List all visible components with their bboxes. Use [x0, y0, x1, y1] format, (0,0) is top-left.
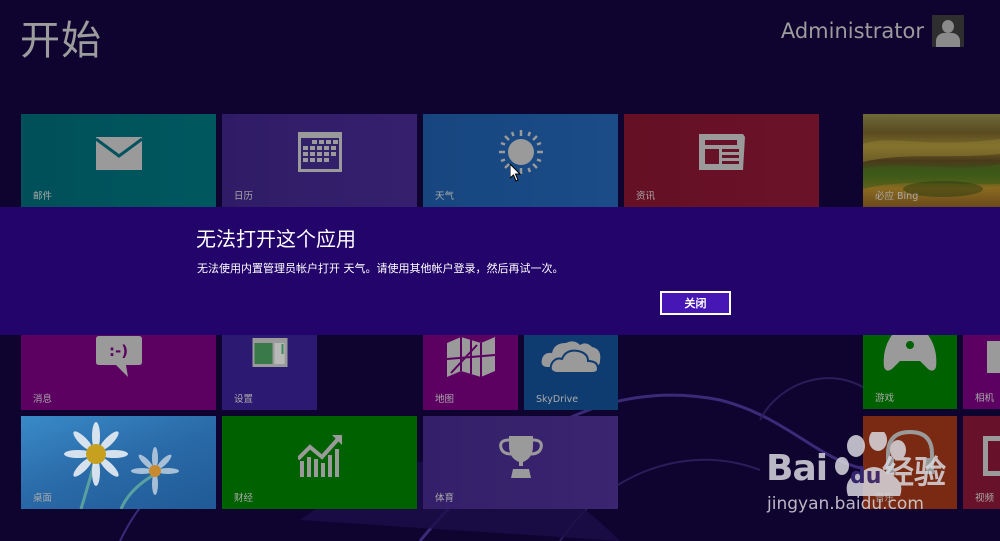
close-button[interactable]: 关闭	[660, 291, 731, 315]
user-avatar-icon	[932, 15, 964, 47]
tile-label: 邮件	[33, 191, 53, 202]
camera-icon	[987, 341, 1000, 373]
tile-mail[interactable]: 邮件	[21, 114, 216, 207]
map-icon	[446, 337, 495, 377]
tile-finance[interactable]: 财经	[222, 416, 417, 509]
calendar-icon	[297, 132, 342, 172]
svg-text::-): :-)	[109, 342, 128, 360]
start-screen-title: 开始	[20, 18, 102, 64]
chat-smiley-icon: :-)	[95, 336, 142, 377]
tile-weather[interactable]: 天气	[423, 114, 618, 207]
tile-bing[interactable]: 必应 Bing	[863, 114, 1000, 207]
tile-label: 设置	[234, 394, 254, 405]
tile-label: 地图	[435, 394, 455, 405]
tile-maps[interactable]: 地图	[423, 335, 518, 410]
tile-games[interactable]: 游戏	[863, 335, 957, 409]
gamepad-icon	[883, 335, 937, 371]
watermark-url: jingyan.baidu.com	[767, 494, 924, 514]
tile-label: 资讯	[636, 191, 656, 202]
cloud-icon	[541, 341, 601, 373]
tile-label: 体育	[435, 493, 455, 504]
tile-label: 相机	[975, 393, 995, 404]
tile-camera[interactable]: 相机	[963, 335, 1000, 409]
trophy-icon	[498, 436, 543, 478]
tile-label: 视频	[975, 493, 995, 504]
video-icon	[983, 436, 1000, 476]
tile-label: SkyDrive	[536, 394, 579, 405]
mail-icon	[95, 137, 142, 170]
mouse-cursor-icon	[510, 164, 522, 182]
dialog-message: 无法使用内置管理员帐户打开 天气。请使用其他帐户登录，然后再试一次。	[197, 262, 564, 275]
dialog-title: 无法打开这个应用	[196, 227, 356, 251]
tile-pc-settings[interactable]: 设置	[222, 335, 317, 410]
tile-sports[interactable]: 体育	[423, 416, 618, 509]
pc-settings-icon	[252, 338, 287, 367]
tile-news[interactable]: 资讯	[624, 114, 819, 207]
tile-label: 必应 Bing	[875, 191, 919, 202]
error-dialog: 无法打开这个应用 无法使用内置管理员帐户打开 天气。请使用其他帐户登录，然后再试…	[0, 207, 1000, 335]
user-name: Administrator	[780, 19, 924, 43]
watermark-brand-du: du	[850, 464, 882, 489]
tile-label: 日历	[234, 191, 254, 202]
news-icon	[698, 134, 745, 170]
user-account[interactable]: Administrator	[781, 15, 964, 47]
watermark-brand: Bai	[766, 448, 828, 489]
tile-label: 消息	[33, 394, 53, 405]
tile-label: 游戏	[875, 393, 895, 404]
watermark-product: 经验	[882, 453, 947, 491]
chart-up-icon	[297, 435, 342, 477]
tile-label: 天气	[435, 191, 455, 202]
tile-label: 桌面	[33, 493, 53, 504]
tile-desktop[interactable]: 桌面	[21, 416, 216, 509]
tile-calendar[interactable]: 日历	[222, 114, 417, 207]
tile-video[interactable]: 视频	[963, 416, 1000, 509]
tile-skydrive[interactable]: SkyDrive	[524, 335, 618, 410]
tile-messaging[interactable]: :-) 消息	[21, 335, 216, 410]
tile-label: 财经	[234, 493, 254, 504]
